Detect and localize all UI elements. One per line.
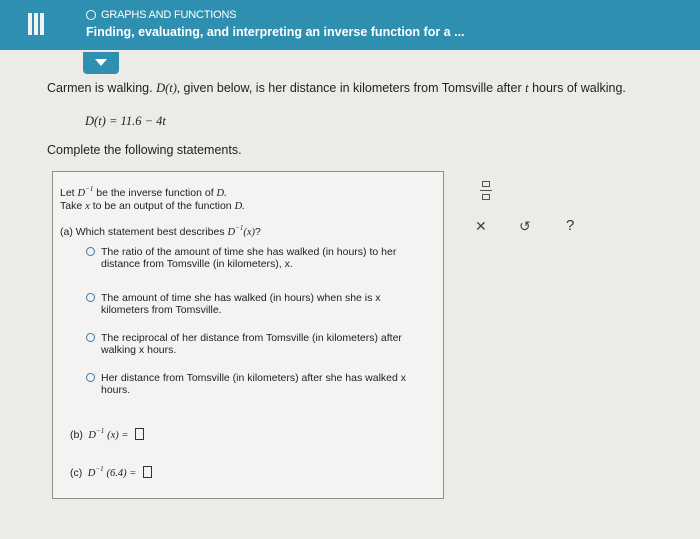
take-function: D. (234, 201, 245, 212)
option-distance[interactable]: Her distance from Tomsville (in kilomete… (86, 372, 416, 396)
assignment-title: Finding, evaluating, and interpreting an… (86, 25, 465, 39)
part-c-label: (c) (70, 467, 83, 479)
answer-panel: Let D−1 be the inverse function of D. Ta… (52, 171, 444, 499)
close-icon[interactable]: ✕ (475, 218, 487, 235)
part-b-expression: (x) = (107, 430, 129, 441)
topic-row: GRAPHS AND FUNCTIONS (86, 9, 237, 21)
header-bar: GRAPHS AND FUNCTIONS Finding, evaluating… (0, 0, 700, 50)
option-time[interactable]: The amount of time she has walked (in ho… (86, 292, 416, 316)
intro-prefix: Carmen is walking. (47, 81, 153, 95)
part-b: (b) D−1 (x) = (70, 427, 145, 441)
let-statement: Let D−1 be the inverse function of D. Ta… (60, 183, 245, 213)
answer-input-b[interactable] (135, 428, 145, 440)
option-text-cont: hours. (101, 384, 131, 396)
part-b-inverse: D−1 (85, 427, 105, 441)
option-text: The ratio of the amount of time she has … (101, 246, 397, 258)
part-c: (c) D−1 (6.4) = (70, 465, 153, 479)
option-text-cont: kilometers from Tomsville. (101, 304, 222, 316)
math-toolbar: ✕ ↺ ? (462, 170, 592, 250)
question-a: (a) Which statement best describes D−1(x… (60, 224, 261, 238)
let-word: Let (60, 187, 75, 199)
radio-button[interactable] (86, 293, 95, 302)
instructions: Complete the following statements. (47, 143, 242, 157)
let-function: D. (216, 188, 227, 199)
option-text: The reciprocal of her distance from Toms… (101, 332, 402, 344)
topic-label: GRAPHS AND FUNCTIONS (101, 9, 237, 21)
help-icon[interactable]: ? (566, 217, 574, 234)
answer-input-c[interactable] (143, 466, 153, 478)
radio-button[interactable] (86, 333, 95, 342)
take-word: Take (60, 200, 83, 212)
option-text-cont: walking x hours. (101, 344, 177, 356)
intro-middle: given below, is her distance in kilomete… (183, 81, 522, 95)
intro-suffix: hours of walking. (532, 81, 626, 95)
undo-icon[interactable]: ↺ (519, 218, 531, 235)
take-variable: x (85, 201, 90, 212)
topic-circle-icon (86, 10, 96, 20)
function-formula: D(t) = 11.6 − 4t (85, 114, 166, 128)
question-a-text: (a) Which statement best describes (60, 226, 225, 238)
intro-function: D(t), (156, 81, 181, 95)
part-c-expression: (6.4) = (106, 468, 137, 479)
radio-button[interactable] (86, 247, 95, 256)
inverse-symbol: D−1 (77, 185, 94, 199)
option-text-cont: distance from Tomsville (in kilometers),… (101, 258, 293, 270)
chevron-down-icon[interactable] (83, 52, 119, 74)
part-b-label: (b) (70, 429, 83, 441)
option-reciprocal[interactable]: The reciprocal of her distance from Toms… (86, 332, 416, 356)
radio-button[interactable] (86, 373, 95, 382)
hamburger-menu-icon[interactable] (26, 11, 46, 37)
intro-variable: t (525, 81, 529, 95)
option-text: The amount of time she has walked (in ho… (101, 292, 381, 304)
let-text: be the inverse function of (96, 187, 214, 199)
problem-intro: Carmen is walking. D(t), given below, is… (47, 81, 626, 96)
question-a-expression: D−1(x) (227, 224, 255, 238)
take-text: to be an output of the function (92, 200, 232, 212)
part-c-inverse: D−1 (85, 465, 104, 479)
option-text: Her distance from Tomsville (in kilomete… (101, 372, 406, 384)
option-ratio[interactable]: The ratio of the amount of time she has … (86, 246, 416, 270)
fraction-icon[interactable] (480, 180, 492, 202)
question-a-mark: ? (254, 226, 261, 238)
